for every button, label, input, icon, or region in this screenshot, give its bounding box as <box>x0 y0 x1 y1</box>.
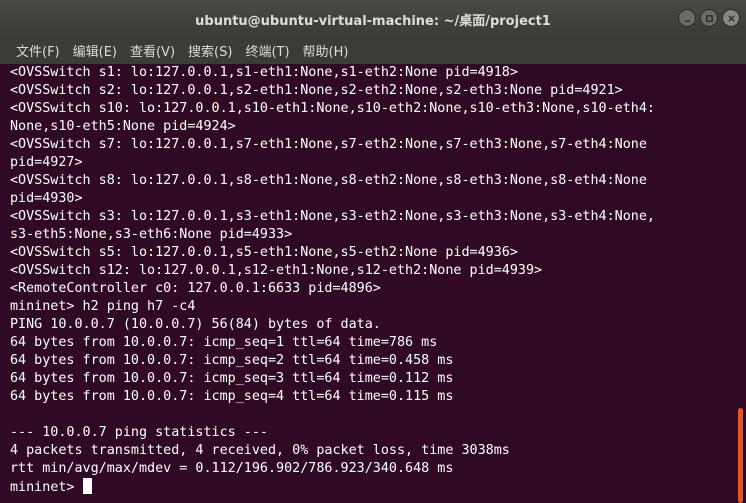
terminal-line: <OVSSwitch s5: lo:127.0.0.1,s5-eth1:None… <box>10 245 518 260</box>
terminal-line: <OVSSwitch s2: lo:127.0.0.1,s2-eth1:None… <box>10 83 623 98</box>
terminal-line: <RemoteController c0: 127.0.0.1:6633 pid… <box>10 281 381 296</box>
minimize-button[interactable] <box>678 9 696 27</box>
prompt: mininet> <box>10 480 83 495</box>
scrollbar[interactable] <box>735 64 746 503</box>
prompt-line[interactable]: mininet> <box>10 478 735 496</box>
terminal-line: pid=4930> <box>10 191 83 206</box>
menu-search[interactable]: 搜索(S) <box>188 41 232 60</box>
terminal-line: mininet> h2 ping h7 -c4 <box>10 299 196 314</box>
terminal-line: --- 10.0.0.7 ping statistics --- <box>10 425 268 440</box>
menu-edit[interactable]: 编辑(E) <box>73 41 117 60</box>
menu-terminal[interactable]: 终端(T) <box>245 41 289 60</box>
scrollbar-thumb[interactable] <box>738 408 743 503</box>
text-cursor <box>82 478 92 494</box>
terminal-output[interactable]: <OVSSwitch s1: lo:127.0.0.1,s1-eth1:None… <box>0 64 735 503</box>
terminal-line: <OVSSwitch s8: lo:127.0.0.1,s8-eth1:None… <box>10 173 647 188</box>
terminal-line: None,s10-eth5:None pid=4924> <box>10 119 236 134</box>
title-bar[interactable]: ubuntu@ubuntu-virtual-machine: ~/桌面/proj… <box>0 0 746 36</box>
terminal-line: <OVSSwitch s12: lo:127.0.0.1,s12-eth1:No… <box>10 263 543 278</box>
terminal-line: <OVSSwitch s1: lo:127.0.0.1,s1-eth1:None… <box>10 65 518 80</box>
minimize-icon <box>684 19 690 22</box>
terminal-line: <OVSSwitch s10: lo:127.0.0.1,s10-eth1:No… <box>10 101 655 116</box>
close-icon <box>727 14 735 22</box>
terminal-window: ubuntu@ubuntu-virtual-machine: ~/桌面/proj… <box>0 0 746 503</box>
menu-help[interactable]: 帮助(H) <box>303 41 349 60</box>
menu-bar: 文件(F) 编辑(E) 查看(V) 搜索(S) 终端(T) 帮助(H) <box>0 36 746 64</box>
terminal-line: pid=4927> <box>10 155 83 170</box>
maximize-button[interactable] <box>700 9 718 27</box>
terminal-line: PING 10.0.0.7 (10.0.0.7) 56(84) bytes of… <box>10 317 381 332</box>
terminal-line: rtt min/avg/max/mdev = 0.112/196.902/786… <box>10 461 454 476</box>
terminal-line: 64 bytes from 10.0.0.7: icmp_seq=3 ttl=6… <box>10 371 454 386</box>
menu-file[interactable]: 文件(F) <box>16 41 60 60</box>
terminal-line: s3-eth5:None,s3-eth6:None pid=4933> <box>10 227 293 242</box>
terminal-line: 4 packets transmitted, 4 received, 0% pa… <box>10 443 510 458</box>
terminal-line: <OVSSwitch s3: lo:127.0.0.1,s3-eth1:None… <box>10 209 655 224</box>
terminal-line: 64 bytes from 10.0.0.7: icmp_seq=4 ttl=6… <box>10 389 454 404</box>
window-controls <box>678 9 740 27</box>
menu-view[interactable]: 查看(V) <box>130 41 175 60</box>
terminal-line: 64 bytes from 10.0.0.7: icmp_seq=2 ttl=6… <box>10 353 454 368</box>
close-button[interactable] <box>722 9 740 27</box>
terminal-line: <OVSSwitch s7: lo:127.0.0.1,s7-eth1:None… <box>10 137 647 152</box>
maximize-icon <box>705 14 713 22</box>
terminal-line: 64 bytes from 10.0.0.7: icmp_seq=1 ttl=6… <box>10 335 438 350</box>
window-title: ubuntu@ubuntu-virtual-machine: ~/桌面/proj… <box>195 14 551 29</box>
